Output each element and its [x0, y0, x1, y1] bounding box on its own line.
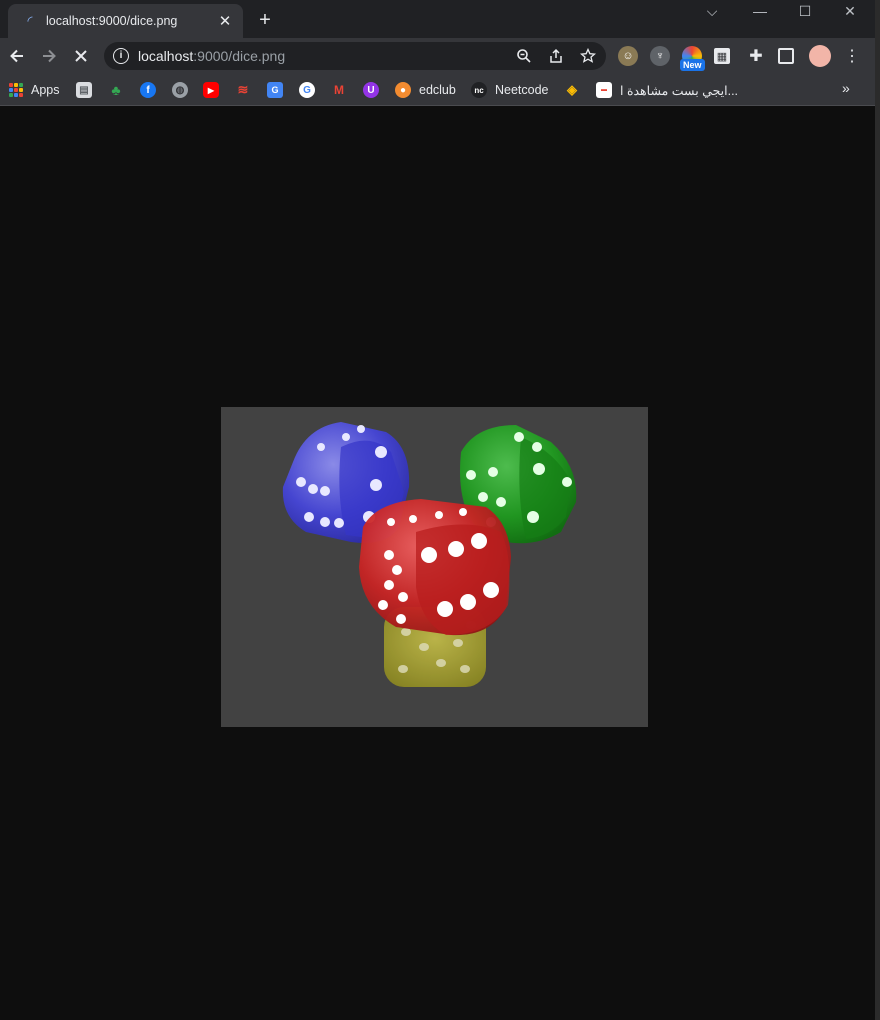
edclub-icon: ●	[395, 82, 411, 98]
tab-close-icon[interactable]: ✕	[217, 13, 233, 30]
minimize-button[interactable]: —	[740, 0, 780, 22]
bookmark-egybest[interactable]: ▬ ايجي بست مشاهدة ا...	[596, 81, 738, 99]
google-icon: G	[299, 82, 315, 98]
address-bar[interactable]: i localhost:9000/dice.png	[104, 42, 606, 70]
tab-search-icon[interactable]: ⌵	[692, 0, 732, 22]
google-translate-icon: G	[267, 82, 283, 98]
bookmark-globe[interactable]: ◍	[172, 81, 188, 99]
back-arrow-icon	[10, 49, 23, 63]
close-window-button[interactable]: ✕	[830, 0, 870, 22]
gmail-icon: M	[334, 83, 344, 97]
maximize-button[interactable]: ☐	[785, 0, 825, 22]
edclub-label: edclub	[419, 83, 456, 97]
apps-label: Apps	[31, 83, 60, 97]
bookmark-apps[interactable]: Apps	[9, 81, 60, 99]
purple-u-icon: U	[363, 82, 379, 98]
forward-arrow-icon	[43, 49, 56, 63]
url-host: localhost	[138, 48, 194, 64]
bookmark-gmail[interactable]: M	[331, 81, 347, 99]
neetcode-icon: nc	[471, 82, 487, 98]
red-die	[359, 499, 511, 636]
egybest-icon: ▬	[596, 82, 612, 98]
extension-face-icon[interactable]: ☺	[618, 46, 638, 66]
new-tab-button[interactable]: +	[254, 10, 276, 32]
stop-loading-button[interactable]	[68, 43, 94, 69]
bookmarks-bar: Apps ▤ ♣ f ◍ ▶ ≋ G G M U ● edclub nc Nee…	[0, 74, 875, 106]
extensions-puzzle-icon[interactable]: ✚	[746, 46, 766, 66]
bookmark-star-icon[interactable]	[578, 46, 598, 66]
bookmark-youtube[interactable]: ▶	[203, 81, 219, 99]
bookmark-wifi[interactable]: ≋	[235, 81, 251, 99]
tree-icon: ♣	[111, 82, 121, 98]
profile-avatar[interactable]	[809, 45, 831, 67]
browser-window: ◜ localhost:9000/dice.png ✕ + ⌵ — ☐ ✕ i …	[0, 0, 880, 1020]
bookmark-neetcode[interactable]: nc Neetcode	[471, 81, 549, 99]
extension-octopus-icon[interactable]: ♆	[650, 46, 670, 66]
side-panel-icon[interactable]	[778, 48, 794, 64]
tab-title: localhost:9000/dice.png	[46, 14, 178, 28]
stop-x-icon	[75, 50, 87, 62]
zoom-icon[interactable]	[514, 46, 534, 66]
dice-image	[221, 407, 648, 727]
page-content	[0, 107, 875, 1020]
wifi-icon: ≋	[237, 82, 249, 97]
egybest-label: ايجي بست مشاهدة ا...	[620, 83, 739, 98]
active-tab[interactable]: ◜ localhost:9000/dice.png ✕	[8, 4, 243, 38]
loading-spinner-icon: ◜	[27, 13, 33, 28]
menu-kebab-icon[interactable]: ⋮	[842, 46, 862, 66]
dice-illustration	[282, 422, 577, 687]
bookmark-diamond[interactable]: ◈	[564, 81, 580, 99]
url-text[interactable]: localhost:9000/dice.png	[138, 48, 285, 64]
youtube-icon: ▶	[203, 82, 219, 98]
back-button[interactable]	[4, 43, 30, 69]
bookmark-purple[interactable]: U	[363, 81, 379, 99]
bookmark-edclub[interactable]: ● edclub	[395, 81, 456, 99]
apps-grid-icon	[9, 83, 23, 97]
bookmark-google[interactable]: G	[299, 81, 315, 99]
diamond-icon: ◈	[567, 82, 577, 97]
more-bookmarks-icon[interactable]: »	[842, 80, 850, 96]
new-badge: New	[680, 59, 705, 71]
facebook-icon: f	[140, 82, 156, 98]
share-icon[interactable]	[546, 46, 566, 66]
neetcode-label: Neetcode	[495, 83, 549, 97]
url-path: :9000/dice.png	[193, 48, 286, 64]
page-icon: ▤	[76, 82, 92, 98]
navigation-toolbar: i localhost:9000/dice.png ☺ ♆ New ▦ ✚ ⋮	[0, 38, 875, 74]
bookmark-facebook[interactable]: f	[140, 81, 156, 99]
title-bar: ◜ localhost:9000/dice.png ✕ + ⌵ — ☐ ✕	[0, 0, 875, 38]
extension-grid-icon[interactable]: ▦	[714, 48, 730, 64]
bookmark-tree[interactable]: ♣	[108, 81, 124, 99]
bookmark-translate[interactable]: G	[267, 81, 283, 99]
forward-button[interactable]	[36, 43, 62, 69]
globe-icon: ◍	[172, 82, 188, 98]
bookmark-page[interactable]: ▤	[76, 81, 92, 99]
site-info-icon[interactable]: i	[113, 48, 129, 64]
